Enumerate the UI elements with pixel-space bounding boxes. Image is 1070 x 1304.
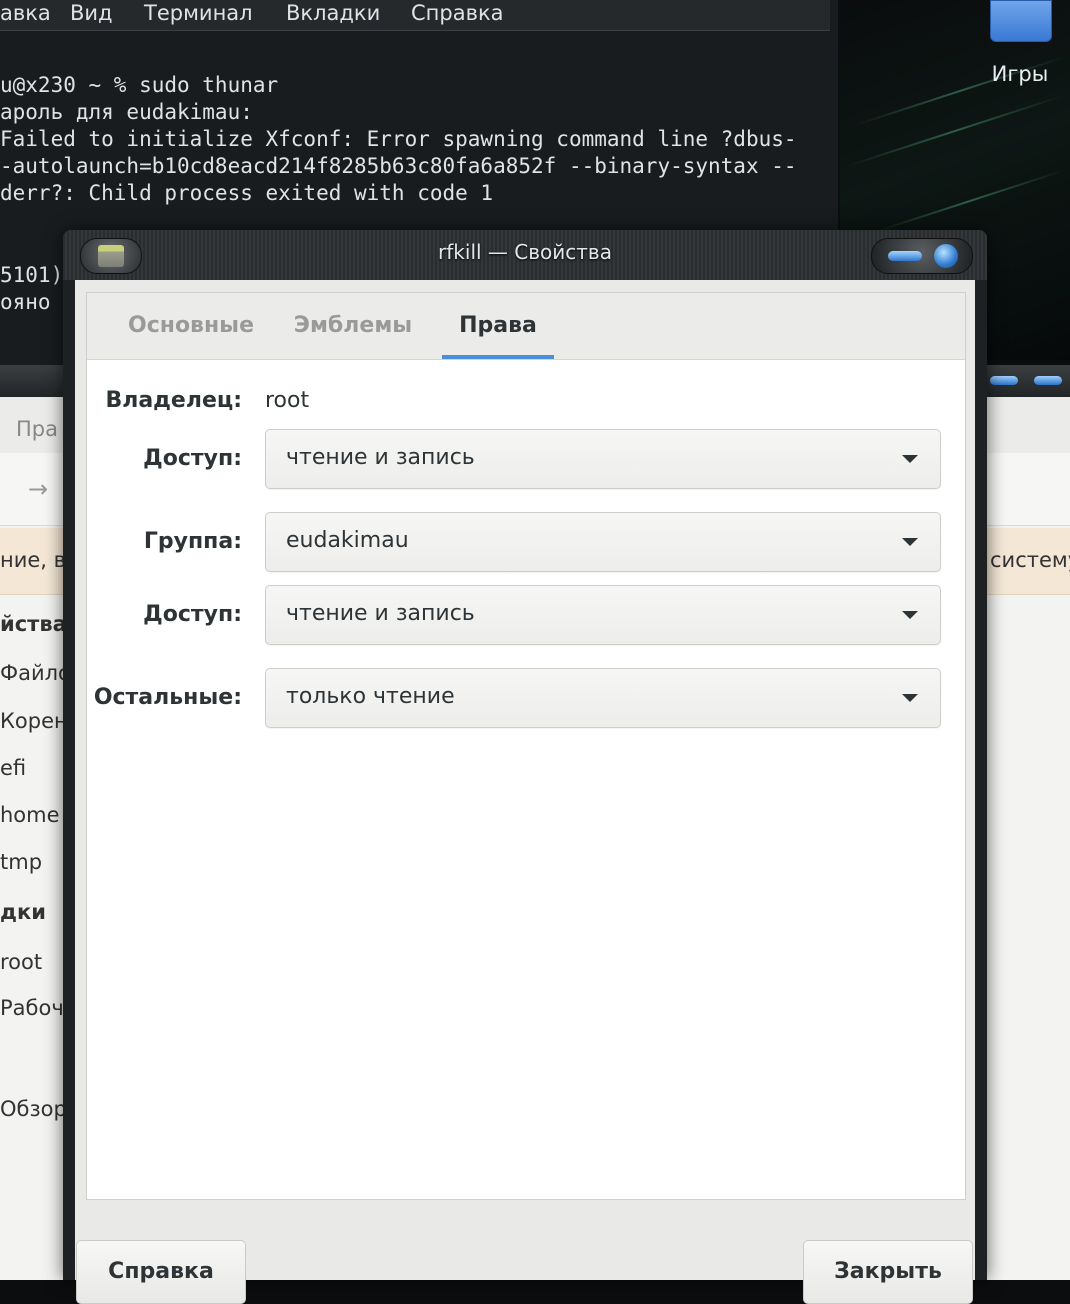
desktop-icon-label[interactable]: Игры <box>985 62 1055 86</box>
close-button[interactable]: Закрыть <box>803 1240 973 1304</box>
terminal-line: 5101) <box>0 263 64 287</box>
info-bar-text-right: систему <box>990 548 1070 572</box>
terminal-line: ароль для eudakimau: <box>0 100 253 124</box>
wallpaper-streak <box>845 94 1065 168</box>
active-tab-indicator <box>442 355 554 359</box>
owner-access-value: чтение и запись <box>286 445 475 470</box>
terminal-line: derr?: Child process exited with code 1 <box>0 181 494 205</box>
sidebar-item[interactable]: Корен <box>0 709 68 733</box>
terminal-line: -autolaunch=b10cd8eacd214f8285b63c80fa6a… <box>0 154 797 178</box>
owner-access-dropdown[interactable]: чтение и запись <box>265 429 941 489</box>
minimize-icon[interactable] <box>888 251 922 261</box>
forward-arrow-icon[interactable]: → <box>28 475 48 503</box>
group-value: eudakimau <box>286 528 409 553</box>
owner-access-label: Доступ: <box>143 446 242 471</box>
group-dropdown[interactable]: eudakimau <box>265 512 941 572</box>
menu-terminal[interactable]: Терминал <box>144 1 253 25</box>
group-access-dropdown[interactable]: чтение и запись <box>265 585 941 645</box>
menu-help[interactable]: Справка <box>411 1 504 25</box>
help-button[interactable]: Справка <box>76 1240 246 1304</box>
tab-permissions-label: Права <box>459 313 537 338</box>
sidebar-item[interactable]: tmp <box>0 850 42 874</box>
menu-view[interactable]: Вид <box>70 1 113 25</box>
others-access-dropdown[interactable]: только чтение <box>265 668 941 728</box>
sidebar-item[interactable]: efi <box>0 756 26 780</box>
menu-edit[interactable]: авка <box>0 1 51 25</box>
close-icon[interactable] <box>934 244 958 268</box>
menu-tabs[interactable]: Вкладки <box>286 1 380 25</box>
chevron-down-icon <box>902 455 918 463</box>
sidebar-item[interactable]: Файло <box>0 661 71 685</box>
properties-dialog[interactable]: rfkill — Свойства Основные Эмблемы Права… <box>63 230 987 1304</box>
others-label: Остальные: <box>93 685 242 710</box>
terminal-line: Failed to initialize Xfconf: Error spawn… <box>0 127 797 151</box>
chevron-down-icon <box>902 694 918 702</box>
dialog-title: rfkill — Свойства <box>438 240 612 264</box>
sidebar-item[interactable]: Обзор <box>0 1097 67 1121</box>
tab-general[interactable]: Основные <box>111 293 271 359</box>
group-access-label: Доступ: <box>143 602 242 627</box>
wallpaper-streak <box>874 169 1066 233</box>
properties-notebook: Основные Эмблемы Права Владелец: root До… <box>86 292 966 1200</box>
owner-value: root <box>265 388 310 413</box>
minimize-icon[interactable] <box>990 376 1018 385</box>
tab-permissions[interactable]: Права <box>442 293 554 359</box>
tab-strip: Основные Эмблемы Права <box>87 293 965 360</box>
sidebar-item[interactable]: Рабоч <box>0 996 64 1020</box>
sidebar-item[interactable]: root <box>0 950 42 974</box>
folder-icon[interactable] <box>990 0 1052 42</box>
tab-emblems[interactable]: Эмблемы <box>283 293 423 359</box>
group-label: Группа: <box>143 529 242 554</box>
terminal-line: u@x230 ~ % sudo thunar <box>0 73 279 97</box>
maximize-icon[interactable] <box>1034 376 1062 385</box>
group-access-value: чтение и запись <box>286 601 475 626</box>
menu-partial[interactable]: Пра <box>16 417 58 441</box>
sidebar-item[interactable]: home <box>0 803 60 827</box>
terminal-menubar: авка Вид Терминал Вкладки Справка <box>0 0 830 31</box>
dialog-body: Основные Эмблемы Права Владелец: root До… <box>75 280 975 1304</box>
owner-label: Владелец: <box>105 388 242 413</box>
window-controls <box>871 238 973 274</box>
chevron-down-icon <box>902 611 918 619</box>
others-access-value: только чтение <box>286 684 455 709</box>
terminal-line: ояно <box>0 290 51 314</box>
dialog-titlebar[interactable]: rfkill — Свойства <box>63 230 987 280</box>
chevron-down-icon <box>902 538 918 546</box>
sidebar-heading: дки <box>0 900 46 924</box>
